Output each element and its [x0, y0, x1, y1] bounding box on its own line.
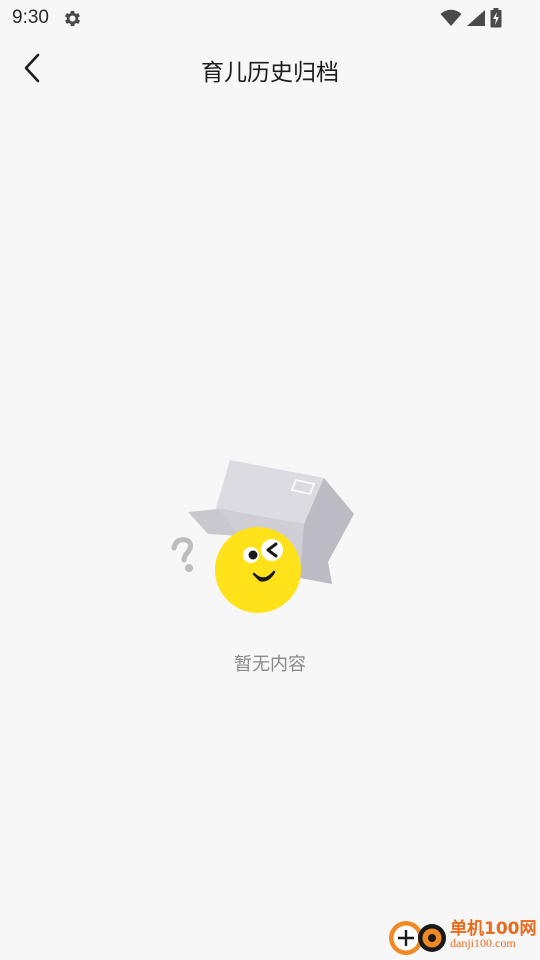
page-title: 育儿历史归档: [201, 60, 339, 86]
status-bar: 9:30: [0, 0, 540, 36]
nav-bar: 育儿历史归档: [0, 36, 540, 102]
watermark-url: danji100.com: [450, 936, 516, 950]
empty-state-message: 暂无内容: [234, 654, 306, 675]
watermark: 单机100网 danji100.com: [386, 914, 537, 958]
status-icons: [440, 8, 502, 28]
wifi-icon: [440, 9, 462, 26]
gear-icon: [64, 10, 81, 27]
battery-charging-icon: [490, 8, 502, 28]
emoji-face: [215, 527, 301, 613]
signal-icon: [467, 10, 485, 26]
empty-state-illustration: [171, 460, 354, 613]
watermark-logo-icon: [389, 921, 446, 955]
status-time: 9:30: [12, 7, 49, 28]
emoji-eye-left: [248, 550, 258, 560]
question-mark-icon: [171, 537, 194, 563]
